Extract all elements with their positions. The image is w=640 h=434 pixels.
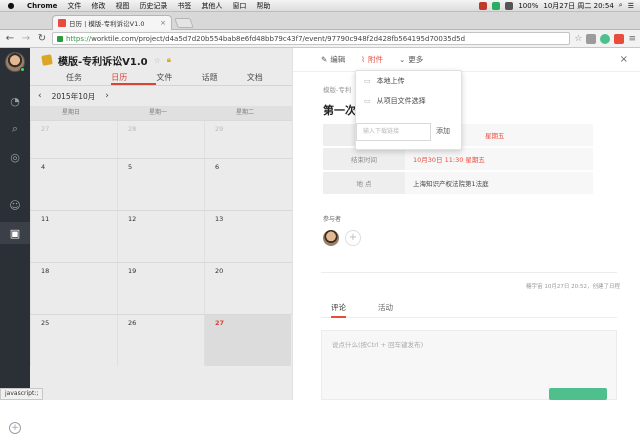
- paperclip-icon: ⌇: [361, 55, 365, 64]
- event-info-value: 10月30日 11:30 星期五: [405, 148, 593, 170]
- choose-project-file-label: 从项目文件选择: [376, 97, 426, 105]
- upload-local-item[interactable]: ▭ 本地上传: [356, 71, 461, 91]
- menu-people[interactable]: 其他人: [196, 1, 227, 11]
- favicon-icon: [58, 19, 66, 27]
- event-meta: 糖宇宙 10月27日 20:52，创建了日程: [526, 284, 620, 290]
- event-title: 第一次: [323, 104, 356, 117]
- upload-icon: ▭: [364, 77, 371, 85]
- participants-label: 参与者: [323, 216, 342, 223]
- comment-submit-button[interactable]: [549, 388, 607, 400]
- back-icon[interactable]: ←: [4, 33, 16, 45]
- event-detail-panel: ✎编辑 ⌇附件 ⌄更多 × 模版-专利 第一次 开始 星期五 结束时间 10月3…: [292, 48, 640, 400]
- menu-edit[interactable]: 修改: [86, 1, 110, 11]
- contacts-icon[interactable]: ☺: [0, 194, 30, 216]
- modal-backdrop[interactable]: [30, 48, 292, 400]
- status-bar: javascript:;: [0, 388, 44, 400]
- dashboard-icon[interactable]: ◔: [0, 90, 30, 112]
- participant-avatar[interactable]: [323, 230, 339, 246]
- more-button[interactable]: ⌄ 更多: [399, 54, 423, 65]
- clock[interactable]: 10月27日 周二 20:54: [543, 1, 613, 11]
- online-status-dot: [20, 67, 25, 72]
- lock-icon: [57, 35, 63, 42]
- tab-close-icon[interactable]: ×: [160, 19, 166, 27]
- url-text: worktile.com/project/d4a5d7d20b554bab8e6…: [91, 34, 466, 43]
- extension-red-icon[interactable]: [614, 33, 625, 44]
- menu-history[interactable]: 历史记录: [134, 1, 172, 11]
- edit-button[interactable]: ✎ 编辑: [321, 54, 345, 65]
- reload-icon[interactable]: ↻: [36, 33, 48, 45]
- menu-app-name[interactable]: Chrome: [22, 2, 62, 10]
- add-participant-icon[interactable]: +: [345, 230, 361, 246]
- inbox-icon[interactable]: ▣: [0, 222, 30, 244]
- projects-icon[interactable]: ◎: [0, 146, 30, 168]
- attach-dropdown: ▭ 本地上传 ▭ 从项目文件选择 输入下载链接 添加: [355, 70, 462, 150]
- browser-tab-strip: 日历 | 模版-专利诉讼V1.0 ×: [0, 12, 640, 30]
- event-info-key: 地 点: [323, 172, 405, 194]
- pencil-icon: ✎: [321, 55, 328, 64]
- menu-bar-tray: 100% 10月27日 周二 20:54 ⌕ ☰: [479, 1, 640, 11]
- edit-label: 编辑: [330, 55, 346, 64]
- tray-app-icon[interactable]: [479, 1, 488, 10]
- bookmark-star-icon[interactable]: ☆: [574, 34, 582, 44]
- tab-title: 日历 | 模版-专利诉讼V1.0: [69, 20, 145, 28]
- extension-icon[interactable]: [586, 33, 597, 44]
- tab-comments[interactable]: 评论: [331, 302, 346, 318]
- event-info-row: 地 点 上海知识产权法院第1法庭: [323, 170, 593, 194]
- extension-icons: ☆ ≡: [574, 33, 636, 44]
- menu-list-icon[interactable]: ☰: [628, 2, 634, 10]
- search-icon[interactable]: ⌕: [0, 118, 30, 140]
- choose-project-file-item[interactable]: ▭ 从项目文件选择: [356, 91, 461, 111]
- breadcrumb[interactable]: 模版-专利: [323, 84, 351, 94]
- event-info-key: 结束时间: [323, 148, 405, 170]
- menu-view[interactable]: 视图: [110, 1, 134, 11]
- folder-icon: ▭: [364, 97, 371, 105]
- menu-file[interactable]: 文件: [62, 1, 86, 11]
- menu-help[interactable]: 帮助: [251, 1, 275, 11]
- new-tab-button[interactable]: [174, 18, 194, 28]
- event-info-value: 上海知识产权法院第1法庭: [405, 172, 593, 194]
- close-icon[interactable]: ×: [620, 54, 628, 65]
- browser-tab-active[interactable]: 日历 | 模版-专利诉讼V1.0 ×: [52, 15, 172, 30]
- attach-button[interactable]: ⌇ 附件: [361, 54, 383, 65]
- browser-toolbar: ← → ↻ https://worktile.com/project/d4a5d…: [0, 30, 640, 48]
- more-label: 更多: [408, 55, 424, 64]
- chrome-menu-icon[interactable]: ≡: [628, 34, 636, 44]
- upload-local-label: 本地上传: [376, 77, 405, 85]
- search-icon[interactable]: ⌕: [619, 1, 623, 10]
- tab-activity[interactable]: 活动: [378, 302, 393, 317]
- add-icon[interactable]: +: [9, 422, 21, 434]
- add-link-button[interactable]: 添加: [436, 126, 450, 136]
- chevron-down-icon: ⌄: [398, 55, 406, 64]
- menu-window[interactable]: 窗口: [227, 1, 251, 11]
- apple-icon[interactable]: ●: [0, 1, 22, 10]
- extension-green-icon[interactable]: [600, 33, 611, 44]
- app-sidebar: ◔ ⌕ ◎ ☺ ▣ +: [0, 48, 30, 434]
- tray-evernote-icon[interactable]: [492, 1, 501, 10]
- address-bar[interactable]: https://worktile.com/project/d4a5d7d20b5…: [52, 32, 571, 45]
- download-link-input[interactable]: 输入下载链接: [356, 123, 431, 141]
- menu-bookmarks[interactable]: 书签: [172, 1, 196, 11]
- event-toolbar: ✎ 编辑 ⌇ 附件 ⌄ 更多: [293, 48, 640, 72]
- url-scheme: https://: [66, 34, 92, 43]
- battery-percent: 100%: [518, 1, 539, 10]
- tray-wifi-icon[interactable]: [505, 1, 514, 10]
- comment-tabs: 评论 活动: [321, 302, 617, 318]
- divider: [321, 272, 617, 273]
- forward-icon[interactable]: →: [20, 33, 32, 45]
- mac-menu-bar: ● Chrome 文件 修改 视图 历史记录 书签 其他人 窗口 帮助 100%…: [0, 0, 640, 12]
- attach-label: 附件: [367, 55, 383, 64]
